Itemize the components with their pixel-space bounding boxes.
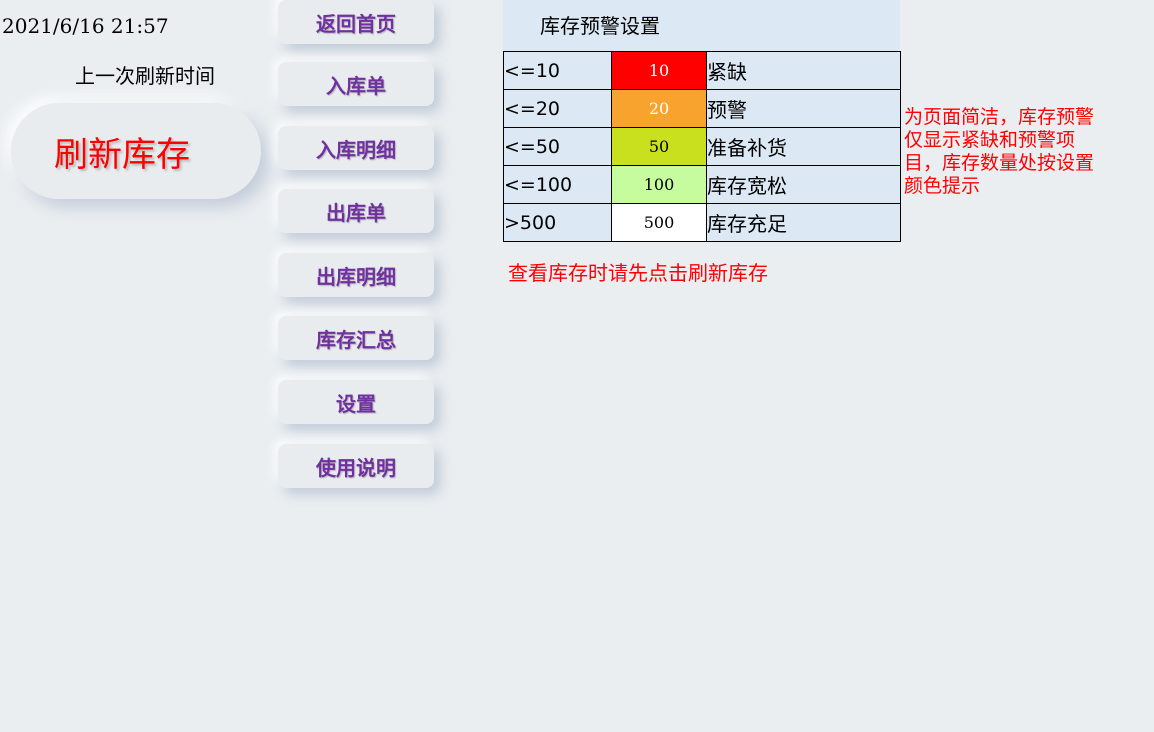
threshold-condition[interactable]: <=50 — [503, 127, 612, 166]
nav-button-settings[interactable]: 设置 — [278, 380, 434, 424]
table-row: <=50 50 准备补货 — [503, 127, 901, 166]
nav-button-outbound-detail[interactable]: 出库明细 — [278, 253, 434, 297]
last-refresh-label: 上一次刷新时间 — [75, 64, 215, 88]
threshold-description[interactable]: 库存宽松 — [706, 165, 901, 204]
threshold-color-swatch[interactable]: 10 — [611, 51, 707, 90]
nav-button-label: 返回首页 — [316, 11, 396, 36]
threshold-description[interactable]: 紧缺 — [706, 51, 901, 90]
nav-button-instructions[interactable]: 使用说明 — [278, 444, 434, 488]
threshold-condition[interactable]: <=100 — [503, 165, 612, 204]
table-row: <=20 20 预警 — [503, 89, 901, 128]
refresh-inventory-button[interactable]: 刷新库存 — [11, 103, 261, 199]
threshold-description[interactable]: 预警 — [706, 89, 901, 128]
stock-alert-threshold-table: <=10 10 紧缺 <=20 20 预警 <=50 50 准备补货 <=100… — [503, 51, 901, 242]
table-row: <=10 10 紧缺 — [503, 51, 901, 90]
threshold-description[interactable]: 库存充足 — [706, 203, 901, 242]
display-note: 为页面简洁，库存预警仅显示紧缺和预警项目，库存数量处按设置颜色提示 — [904, 106, 1095, 197]
nav-button-label: 出库明细 — [316, 264, 396, 289]
threshold-condition[interactable]: <=20 — [503, 89, 612, 128]
threshold-color-swatch[interactable]: 20 — [611, 89, 707, 128]
nav-button-inbound-order[interactable]: 入库单 — [278, 62, 434, 106]
refresh-inventory-button-label: 刷新库存 — [54, 134, 190, 175]
refresh-hint: 查看库存时请先点击刷新库存 — [508, 261, 768, 285]
nav-button-outbound-order[interactable]: 出库单 — [278, 189, 434, 233]
nav-button-label: 出库单 — [326, 200, 386, 225]
table-row: <=100 100 库存宽松 — [503, 165, 901, 204]
nav-button-inventory-summary[interactable]: 库存汇总 — [278, 316, 434, 360]
nav-button-label: 设置 — [336, 391, 376, 416]
threshold-color-swatch[interactable]: 500 — [611, 203, 707, 242]
nav-button-label: 入库单 — [326, 73, 386, 98]
stock-alert-settings-title: 库存预警设置 — [503, 0, 900, 51]
nav-button-inbound-detail[interactable]: 入库明细 — [278, 126, 434, 170]
threshold-color-swatch[interactable]: 50 — [611, 127, 707, 166]
threshold-condition[interactable]: >500 — [503, 203, 612, 242]
table-row: >500 500 库存充足 — [503, 203, 901, 242]
threshold-condition[interactable]: <=10 — [503, 51, 612, 90]
threshold-description[interactable]: 准备补货 — [706, 127, 901, 166]
nav-button-label: 库存汇总 — [316, 327, 396, 352]
nav-button-home[interactable]: 返回首页 — [278, 0, 434, 44]
threshold-color-swatch[interactable]: 100 — [611, 165, 707, 204]
last-refresh-datetime: 2021/6/16 21:57 — [2, 14, 169, 38]
nav-button-label: 入库明细 — [316, 137, 396, 162]
nav-button-label: 使用说明 — [316, 455, 396, 480]
